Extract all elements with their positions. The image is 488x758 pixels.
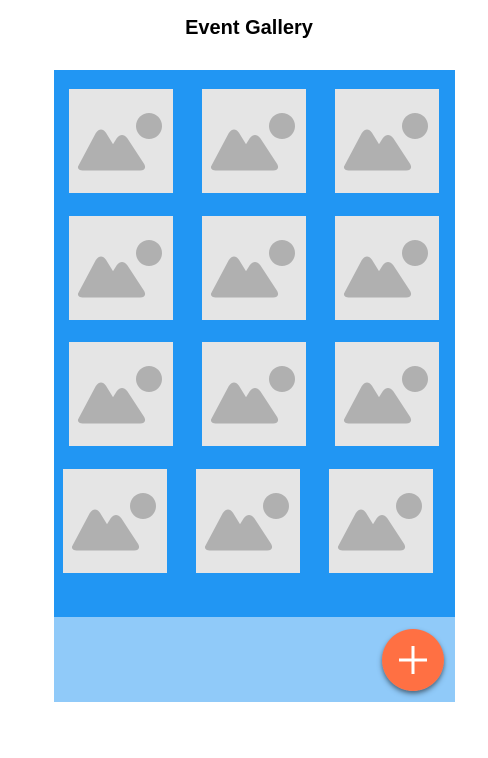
image-placeholder-icon xyxy=(78,113,162,171)
image-placeholder-icon xyxy=(211,366,295,424)
page-title: Event Gallery xyxy=(185,17,313,39)
gallery-thumbnail[interactable] xyxy=(69,216,173,320)
gallery-thumbnail[interactable] xyxy=(329,469,433,573)
image-placeholder-icon xyxy=(211,240,295,298)
gallery-thumbnail[interactable] xyxy=(69,89,173,193)
image-placeholder-icon xyxy=(338,493,422,551)
gallery-thumbnail[interactable] xyxy=(63,469,167,573)
gallery-thumbnail[interactable] xyxy=(202,89,306,193)
image-gallery xyxy=(54,70,455,617)
gallery-thumbnail[interactable] xyxy=(202,216,306,320)
plus-icon xyxy=(382,629,444,691)
image-placeholder-icon xyxy=(344,240,428,298)
image-placeholder-icon xyxy=(344,366,428,424)
image-placeholder-icon xyxy=(344,113,428,171)
gallery-thumbnail[interactable] xyxy=(202,342,306,446)
gallery-thumbnail[interactable] xyxy=(335,216,439,320)
image-placeholder-icon xyxy=(72,493,156,551)
image-placeholder-icon xyxy=(78,366,162,424)
image-placeholder-icon xyxy=(205,493,289,551)
image-placeholder-icon xyxy=(211,113,295,171)
gallery-thumbnail[interactable] xyxy=(69,342,173,446)
gallery-thumbnail[interactable] xyxy=(335,342,439,446)
add-image-button[interactable] xyxy=(382,629,444,691)
gallery-thumbnail[interactable] xyxy=(335,89,439,193)
image-placeholder-icon xyxy=(78,240,162,298)
gallery-thumbnail[interactable] xyxy=(196,469,300,573)
